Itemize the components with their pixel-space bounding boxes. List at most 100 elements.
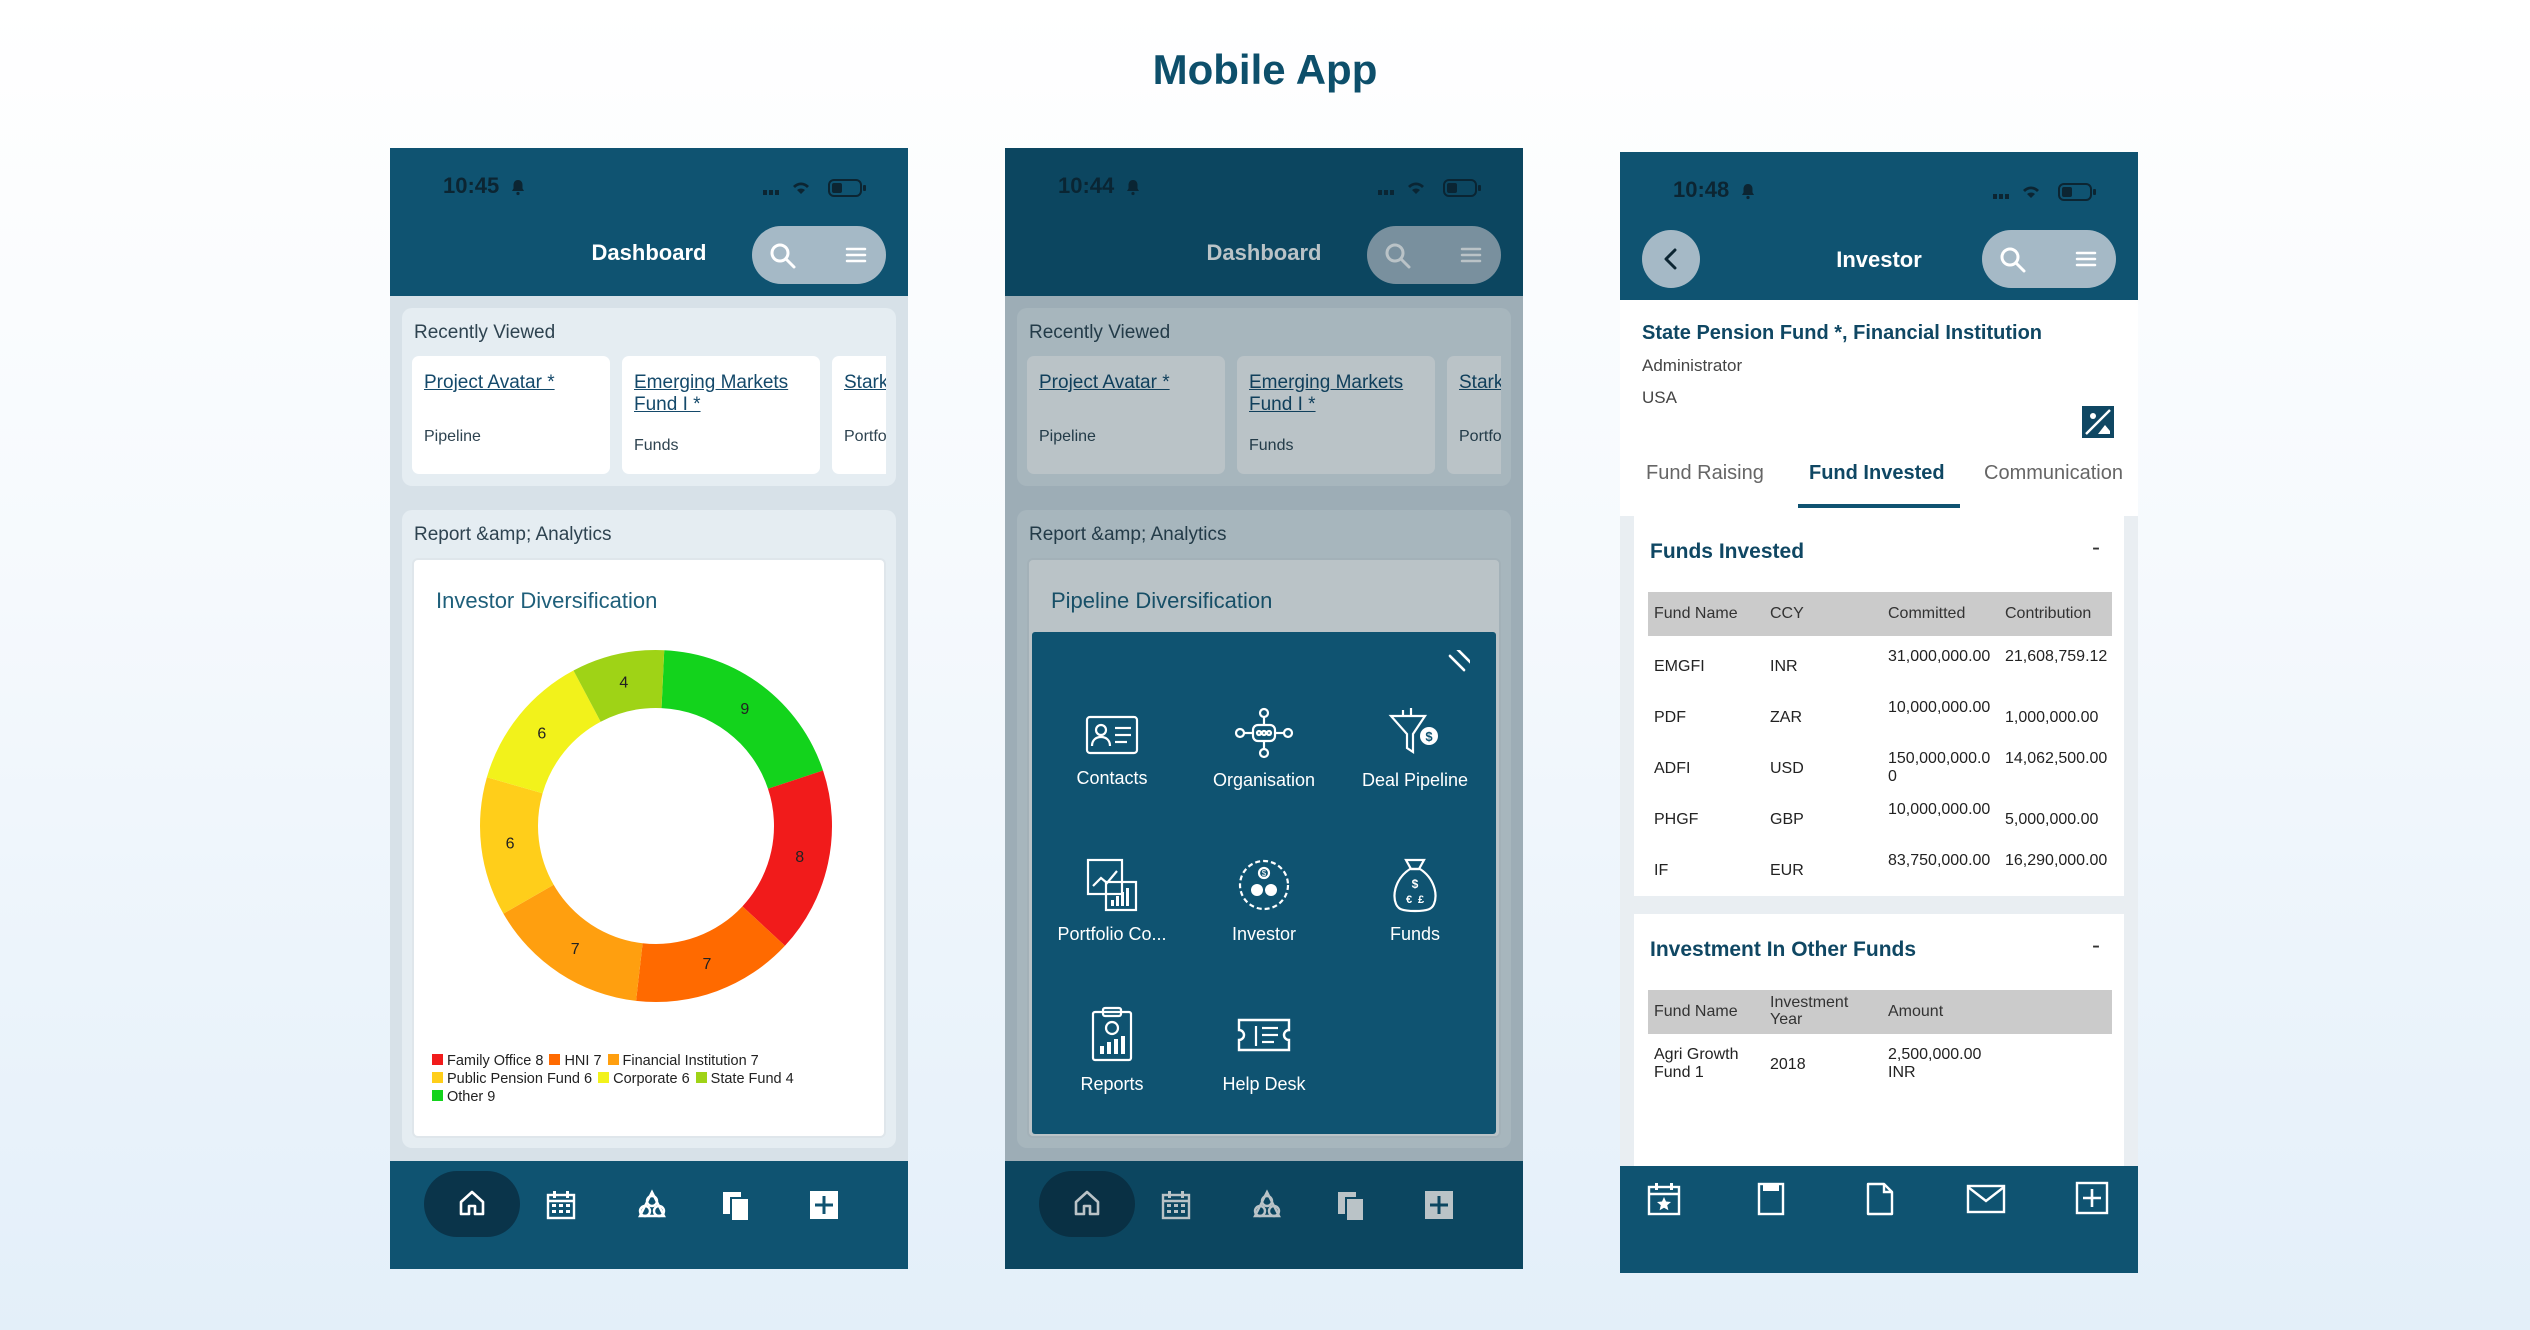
cell-fund-name: IF: [1654, 862, 1669, 879]
recently-viewed-card: Recently Viewed Project Avatar * Pipelin…: [402, 308, 896, 486]
svg-text:£: £: [1418, 894, 1424, 906]
column-header: Fund Name: [1654, 605, 1738, 622]
app-header: 10:45 Dashboard: [390, 148, 908, 296]
legend-item: HNI 7: [549, 1053, 602, 1069]
donut-chart: 9 8 7 7 6 6 4: [480, 650, 832, 1002]
recent-tile-title[interactable]: Project Avatar *: [424, 372, 600, 394]
cell-contribution: 16,290,000.00: [2005, 852, 2108, 869]
tab-communication[interactable]: Communication: [1984, 462, 2123, 485]
calendar-star-icon[interactable]: [1646, 1181, 1682, 1217]
column-header: Fund Name: [1654, 1003, 1738, 1020]
report-analytics-card: Report &amp; Analytics Investor Diversif…: [402, 510, 896, 1148]
status-time: 10:45: [443, 173, 500, 198]
cell-contribution: 1,000,000.00: [2005, 709, 2099, 726]
table-row: PDF ZAR 10,000,000.00 1,000,000.00: [1648, 697, 2112, 747]
menu-item-funds[interactable]: $ € £ Funds: [1340, 856, 1490, 945]
cell-fund-name: PDF: [1654, 709, 1686, 726]
note-icon[interactable]: [1756, 1181, 1786, 1217]
cell-committed: 83,750,000.00: [1888, 852, 1991, 869]
tab-fund-raising[interactable]: Fund Raising: [1646, 462, 1764, 485]
cell-fund-name: EMGFI: [1654, 658, 1705, 675]
chart-panel: Investor Diversification 9 8 7 7 6 6 4 Family …: [412, 558, 886, 1138]
ticket-icon: [1237, 1018, 1291, 1052]
phone-dashboard: 10:45 Dashboard Recently Viewed Project …: [390, 148, 908, 1269]
recently-viewed-heading: Recently Viewed: [414, 322, 556, 343]
menu-item-label: Contacts: [1076, 768, 1148, 788]
cell-ccy: GBP: [1770, 811, 1804, 828]
search-icon[interactable]: [768, 241, 798, 271]
menu-item-help-desk[interactable]: Help Desk: [1189, 1006, 1339, 1095]
calendar-icon[interactable]: [545, 1189, 577, 1221]
cell-committed: 10,000,000.00: [1888, 801, 1991, 818]
recent-tile-category: Pipeline: [424, 428, 481, 445]
search-icon[interactable]: [1998, 245, 2028, 275]
slice-label: 8: [795, 849, 804, 866]
cell-committed: 150,000,000.00: [1888, 750, 1991, 785]
column-header: Amount: [1888, 1003, 1944, 1020]
menu-icon[interactable]: [844, 243, 868, 267]
network-icon[interactable]: [635, 1189, 669, 1221]
status-icons: [763, 179, 866, 197]
home-icon[interactable]: [456, 1187, 488, 1219]
investor-name: State Pension Fund *, Financial Institut…: [1642, 322, 2043, 344]
status-bar: 10:45: [443, 170, 873, 202]
bell-mute-icon: [512, 180, 524, 196]
menu-item-reports[interactable]: Reports: [1037, 1006, 1187, 1095]
funnel-money-icon: $: [1388, 708, 1438, 755]
header-actions: [752, 226, 886, 284]
cell-ccy: ZAR: [1770, 709, 1802, 726]
column-header: Contribution: [2005, 605, 2092, 622]
cell-amount: 2,500,000.00 INR: [1888, 1046, 1982, 1081]
collapse-toggle[interactable]: -: [2092, 534, 2100, 562]
menu-item-contacts[interactable]: Contacts: [1037, 712, 1187, 789]
recent-tile-title[interactable]: Stark: [844, 372, 886, 394]
document-icon[interactable]: [1865, 1181, 1895, 1217]
menu-item-label: Organisation: [1212, 770, 1316, 790]
table-row: PHGF GBP 10,000,000.00 5,000,000.00: [1648, 799, 2112, 849]
menu-item-portfolio[interactable]: Portfolio Co...: [1037, 856, 1187, 945]
chart-legend: Family Office 8 HNI 7 Financial Institutio…: [432, 1052, 882, 1106]
slice-label: 6: [537, 725, 546, 742]
close-icon[interactable]: [1444, 650, 1470, 676]
recent-tile[interactable]: Stark Portfol: [832, 356, 886, 474]
cell-fund-name: Agri Growth Fund 1: [1654, 1046, 1739, 1081]
add-icon[interactable]: [808, 1189, 840, 1221]
menu-item-investor[interactable]: $ Investor: [1189, 856, 1339, 945]
menu-item-organisation[interactable]: Organisation: [1189, 706, 1339, 791]
cell-ccy: EUR: [1770, 862, 1804, 879]
other-funds-section: Investment In Other Funds - Fund Name In…: [1634, 914, 2124, 1166]
investor-country: USA: [1642, 388, 1677, 407]
documents-icon[interactable]: [720, 1189, 752, 1223]
cell-committed: 10,000,000.00: [1888, 699, 1991, 716]
section-title: Investment In Other Funds: [1650, 938, 1917, 961]
bell-mute-icon: [1742, 184, 1754, 200]
table-header: Fund Name Investment Year Amount: [1648, 990, 2112, 1034]
mail-icon[interactable]: [1966, 1184, 2006, 1214]
recent-tile-title[interactable]: Emerging Markets Fund I *: [634, 372, 810, 416]
recent-tile-category: Portfol: [844, 428, 886, 445]
column-header: CCY: [1770, 605, 1804, 622]
investor-icon: $: [1238, 859, 1290, 911]
menu-item-deal-pipeline[interactable]: $ Deal Pipeline: [1340, 706, 1490, 791]
donut-hole: [538, 708, 774, 944]
legend-item: Financial Institution 7: [607, 1053, 759, 1069]
column-header: Investment Year: [1770, 994, 1849, 1028]
image-placeholder-icon[interactable]: [2080, 404, 2116, 440]
add-icon[interactable]: [2075, 1181, 2109, 1215]
menu-item-label: Deal Pipeline: [1361, 770, 1469, 790]
portfolio-chart-icon: [1086, 858, 1138, 912]
tab-fund-invested[interactable]: Fund Invested: [1809, 462, 1945, 485]
recent-tile[interactable]: Emerging Markets Fund I * Funds: [622, 356, 820, 474]
collapse-toggle[interactable]: -: [2092, 932, 2100, 960]
recent-tile-category: Funds: [634, 437, 679, 454]
menu-item-label: Help Desk: [1222, 1074, 1306, 1094]
svg-text:$: $: [1412, 877, 1419, 891]
active-tab-indicator: [1798, 504, 1960, 508]
recent-tile[interactable]: Project Avatar * Pipeline: [412, 356, 610, 474]
cell-ccy: USD: [1770, 760, 1804, 777]
quick-menu: Contacts Organisation $ Deal Pipeline Po…: [1032, 632, 1496, 1134]
legend-item: State Fund 4: [695, 1071, 794, 1087]
header-actions: [1982, 230, 2116, 288]
menu-icon[interactable]: [2074, 247, 2098, 271]
section-title: Funds Invested: [1650, 540, 1805, 563]
